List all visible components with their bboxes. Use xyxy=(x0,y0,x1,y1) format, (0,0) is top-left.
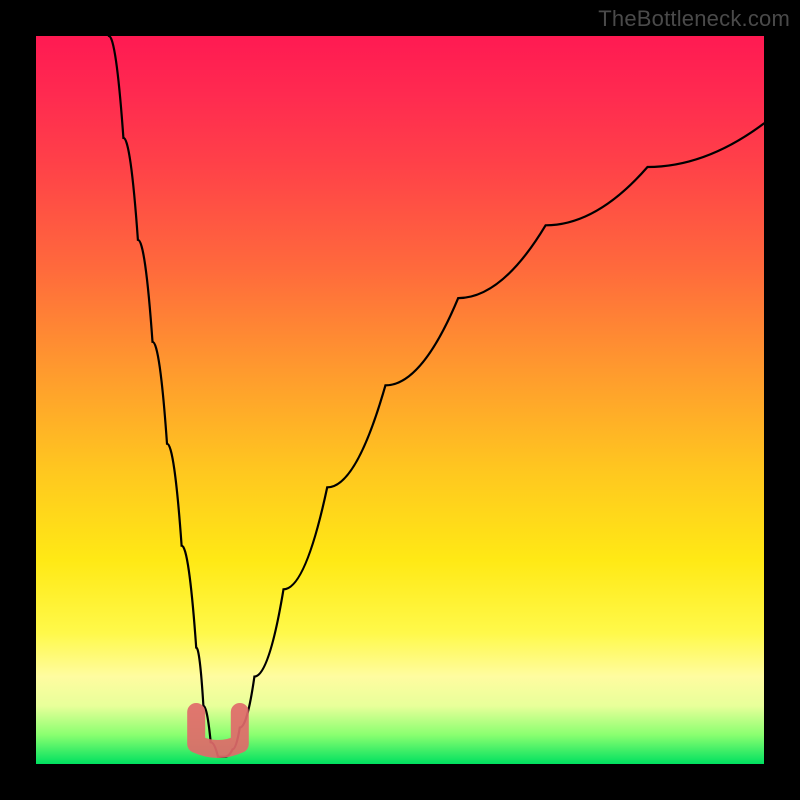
viewport: TheBottleneck.com xyxy=(0,0,800,800)
bottleneck-curve xyxy=(109,36,764,757)
bottleneck-chart xyxy=(36,36,764,764)
watermark-text: TheBottleneck.com xyxy=(598,6,790,32)
chart-background xyxy=(36,36,764,764)
optimal-range-marker xyxy=(196,712,240,749)
